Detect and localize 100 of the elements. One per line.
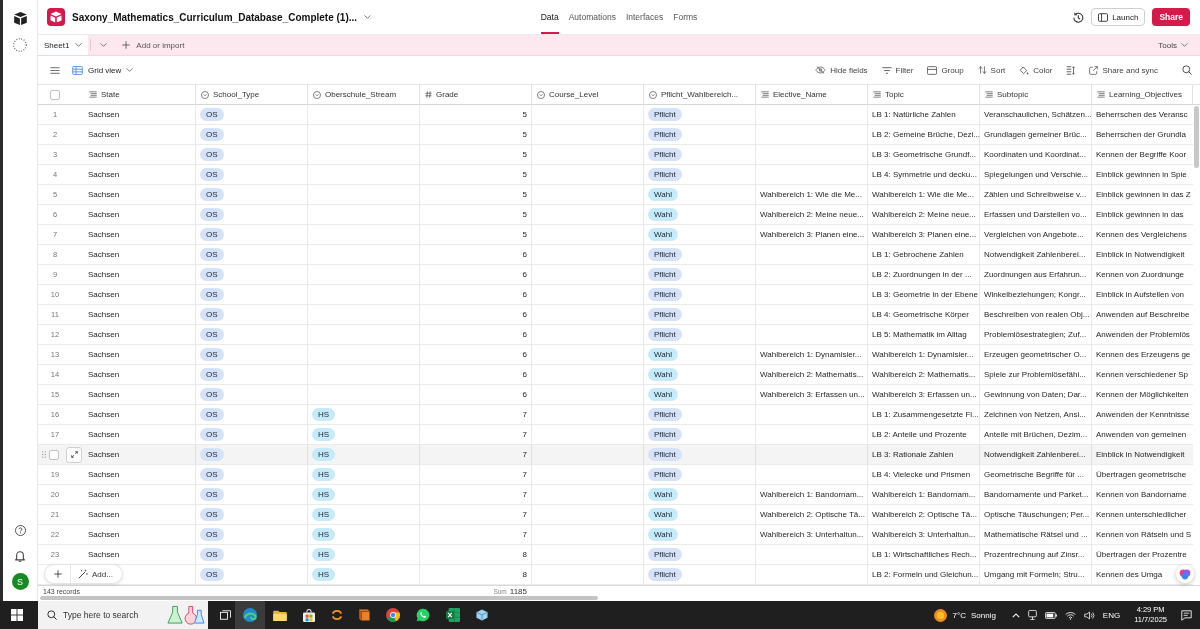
- segmented-circle-icon[interactable]: [386, 608, 400, 622]
- user-avatar[interactable]: S: [11, 573, 29, 590]
- filter-button[interactable]: Filter: [881, 65, 914, 75]
- table-cell: LB 4: Symmetrie und decku...: [872, 170, 977, 179]
- column-header[interactable]: Topic: [885, 90, 904, 99]
- option-tag: Wahl: [648, 368, 678, 381]
- tools-button[interactable]: Tools: [1158, 35, 1188, 55]
- table-cell: Beschreiben von realen Obj...: [984, 310, 1090, 319]
- drag-handle-icon[interactable]: [42, 451, 46, 458]
- caret-icon[interactable]: [364, 15, 372, 19]
- base-title[interactable]: Saxony_Mathematics_Curriculum_Database_Complete (1)...: [72, 11, 358, 23]
- table-cell: 6: [522, 390, 527, 399]
- option-tag: OS: [200, 208, 224, 221]
- table-cell: Sachsen: [88, 430, 120, 439]
- view-switcher[interactable]: Grid view: [72, 65, 134, 75]
- column-header[interactable]: Subtopic: [997, 90, 1029, 99]
- sort-button[interactable]: Sort: [977, 65, 1006, 75]
- folder-icon[interactable]: [273, 609, 287, 621]
- table-cell: Sachsen: [88, 150, 120, 159]
- table-cell: 6: [522, 250, 527, 259]
- share-button[interactable]: Share: [1152, 8, 1190, 26]
- caret-icon: [1181, 43, 1188, 47]
- table-cell: Grundlagen gemeiner Brüc...: [984, 130, 1087, 139]
- launch-button[interactable]: Launch: [1091, 8, 1146, 26]
- dotted-circle-icon[interactable]: [13, 38, 27, 52]
- option-tag: Pflicht: [648, 548, 682, 561]
- table-cell: 5: [522, 210, 527, 219]
- curved-arrows-icon[interactable]: [331, 609, 343, 621]
- orb-icon[interactable]: [1176, 565, 1194, 583]
- row-checkbox[interactable]: [49, 449, 59, 460]
- help-icon[interactable]: [14, 525, 26, 536]
- window-stack-icon[interactable]: [220, 610, 231, 620]
- taskbar-search-bar[interactable]: Type here to search: [38, 601, 208, 629]
- column-header[interactable]: Course_Level: [549, 90, 599, 99]
- table-cell: 7: [522, 530, 527, 539]
- lines-arrows-icon[interactable]: [1066, 65, 1076, 75]
- table-cell: 6: [522, 370, 527, 379]
- share-sync-button[interactable]: Share and sync: [1089, 65, 1158, 75]
- language-indicator[interactable]: ENG: [1102, 610, 1121, 620]
- option-tag: OS: [200, 228, 224, 241]
- vertical-scrollbar-thumb[interactable]: [1194, 106, 1199, 168]
- table-cell: Spiele zur Problemlösefähi...: [984, 370, 1086, 379]
- bell-icon[interactable]: [15, 551, 25, 562]
- history-icon[interactable]: [1073, 11, 1085, 23]
- panel-icon: [1098, 12, 1109, 22]
- cube-tile-icon: [47, 8, 65, 26]
- taskbar-search-field[interactable]: Type here to search: [63, 607, 161, 623]
- shopping-bag-icon[interactable]: [303, 608, 315, 622]
- speaker-icon[interactable]: [1083, 610, 1095, 620]
- option-tag: HS: [312, 468, 336, 481]
- column-header[interactable]: State: [101, 90, 120, 99]
- start-icon[interactable]: [11, 609, 23, 621]
- column-header[interactable]: Oberschule_Stream: [325, 90, 397, 99]
- expand-row-button[interactable]: [66, 446, 82, 463]
- chevron-up-icon[interactable]: [1011, 612, 1020, 618]
- cube-icon[interactable]: [476, 609, 488, 621]
- browser-icon[interactable]: [235, 601, 265, 629]
- monitor-icon[interactable]: [1027, 610, 1037, 620]
- nav-tab[interactable]: Interfaces: [625, 0, 664, 34]
- spreadsheet-icon[interactable]: [446, 608, 460, 622]
- hovered-row[interactable]: Sachsen OS HS 7 Pflicht LB 3: Rationale Zahlen Notwendigkeit Zahlenberei... Einblick in Notwendigkeit: [38, 445, 1193, 465]
- nav-tab[interactable]: Forms: [673, 0, 698, 34]
- nav-tab[interactable]: Automations: [568, 0, 616, 34]
- color-button[interactable]: Color: [1019, 65, 1053, 75]
- add-with-ai-button[interactable]: Add...: [71, 565, 122, 583]
- column-header[interactable]: Grade: [436, 90, 459, 99]
- table-cell: 5: [522, 110, 527, 119]
- book-icon[interactable]: [359, 609, 370, 621]
- horizontal-scrollbar-thumb[interactable]: [40, 596, 598, 600]
- search-icon[interactable]: [1182, 65, 1192, 75]
- table-cell: Wahlbereich 2: Mathematis...: [760, 370, 864, 379]
- menu-icon[interactable]: [50, 66, 60, 74]
- option-tag: OS: [200, 148, 224, 161]
- table-cell: Einblick in Notwendigkeit: [1096, 250, 1185, 259]
- wifi-icon[interactable]: [1064, 610, 1076, 620]
- table-cell: Winkelbeziehungen; Kongr...: [984, 290, 1086, 299]
- battery-icon[interactable]: [1044, 611, 1057, 619]
- column-header[interactable]: School_Type: [213, 90, 260, 99]
- caret-icon[interactable]: [100, 43, 108, 47]
- table-cell: Sachsen: [88, 130, 120, 139]
- notification-icon[interactable]: [1181, 609, 1192, 621]
- option-tag: OS: [200, 168, 224, 181]
- add-or-import-button[interactable]: Add or import: [122, 35, 185, 55]
- select-all-checkbox[interactable]: [50, 89, 60, 100]
- column-header[interactable]: Learning_Objectives: [1109, 90, 1182, 99]
- sun-icon[interactable]: [934, 608, 948, 622]
- table-cell: Notwendigkeit Zahlenberei...: [984, 450, 1086, 459]
- group-button[interactable]: Group: [927, 65, 964, 75]
- table-cell: LB 1: Gebrochene Zahlen: [872, 250, 964, 259]
- table-cell: Kennen des Erzeugens ge: [1096, 350, 1191, 359]
- hide-fields-button[interactable]: Hide fields: [815, 65, 868, 75]
- column-header[interactable]: Pflicht_Wahlbereich...: [661, 90, 739, 99]
- chat-bubble-icon[interactable]: [416, 608, 430, 622]
- table-cell: Sachsen: [88, 170, 120, 179]
- table-cell: Kennen verschiedener Sp: [1096, 370, 1189, 379]
- sheet-tab[interactable]: Sheet1: [38, 35, 89, 55]
- app-logo-icon[interactable]: [13, 12, 27, 25]
- table-cell: Problemlösestrategien; Zuf...: [984, 330, 1087, 339]
- table-cell: Optische Täuschungen; Per...: [984, 510, 1090, 519]
- column-header[interactable]: Elective_Name: [773, 90, 827, 99]
